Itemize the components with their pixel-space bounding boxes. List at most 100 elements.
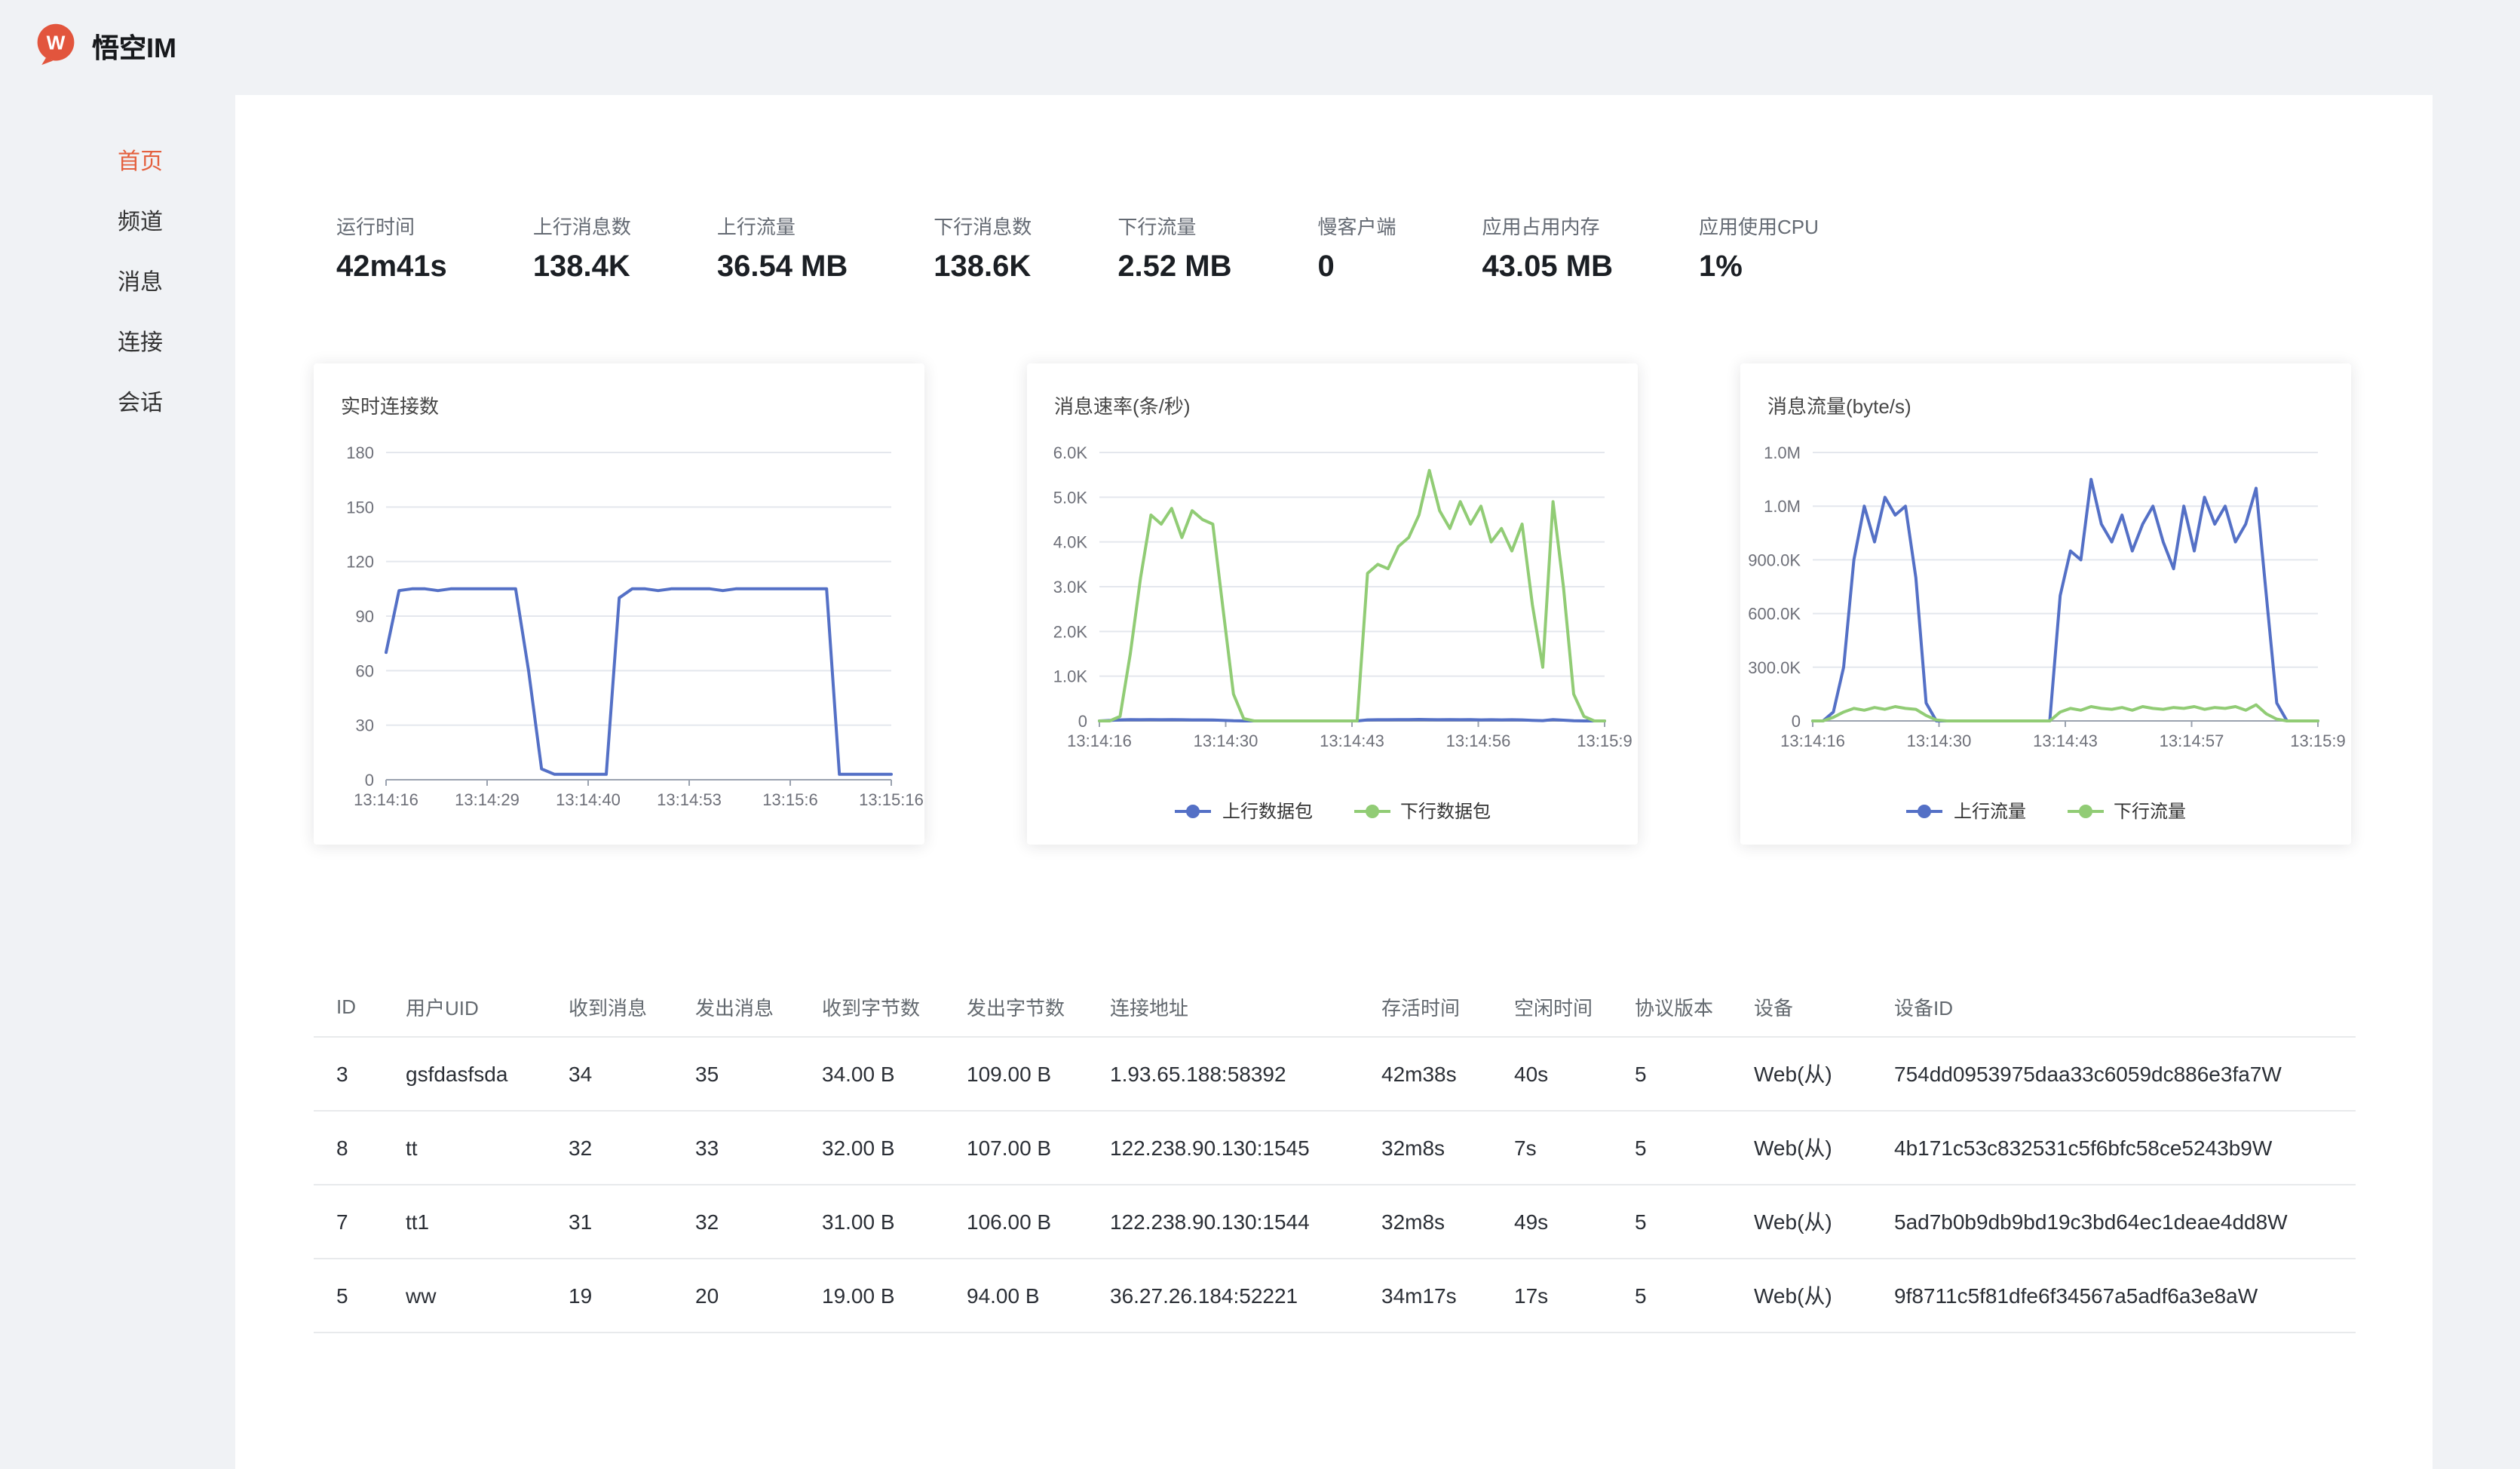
stat-slow-clients: 慢客户端 0: [1318, 211, 1396, 285]
table-cell: 9f8711c5f81dfe6f34567a5adf6a3e8aW: [1872, 1259, 2356, 1333]
table-row: 3gsfdasfsda343534.00 B109.00 B1.93.65.18…: [314, 1037, 2356, 1111]
table-cell: 1.93.65.188:58392: [1087, 1037, 1359, 1111]
stat-label: 应用占用内存: [1482, 211, 1613, 240]
table-cell: 33: [673, 1111, 799, 1185]
legend-label: 下行流量: [2114, 798, 2186, 823]
stat-value: 43.05 MB: [1482, 250, 1613, 285]
table-cell: tt: [383, 1111, 546, 1185]
table-header-cell: 设备: [1731, 977, 1872, 1037]
table-cell: 34m17s: [1359, 1259, 1491, 1333]
table-cell: 17s: [1491, 1259, 1612, 1333]
svg-text:13:14:30: 13:14:30: [1907, 731, 1972, 750]
stat-value: 36.54 MB: [717, 250, 848, 285]
stat-app-cpu: 应用使用CPU 1%: [1699, 211, 1819, 285]
table-header-cell: 协议版本: [1612, 977, 1731, 1037]
table-cell: 5: [1612, 1111, 1731, 1185]
svg-text:13:14:53: 13:14:53: [657, 790, 722, 809]
table-header-cell: 收到字节数: [799, 977, 944, 1037]
svg-text:0: 0: [365, 771, 374, 790]
table-row: 5ww192019.00 B94.00 B36.27.26.184:522213…: [314, 1259, 2356, 1333]
message-rate-chart: 消息速率(条/秒) 01.0K2.0K3.0K4.0K5.0K6.0K13:14…: [1027, 363, 1638, 845]
stat-label: 上行消息数: [533, 211, 631, 240]
stats-row: 运行时间 42m41s 上行消息数 138.4K 上行流量 36.54 MB 下…: [336, 211, 1819, 285]
table-cell: Web(从): [1731, 1259, 1872, 1333]
stat-downstream-traffic: 下行流量 2.52 MB: [1117, 211, 1231, 285]
table-cell: 4b171c53c832531c5f6bfc58ce5243b9W: [1872, 1111, 2356, 1185]
table-header-cell: 发出消息: [673, 977, 799, 1037]
table-cell: 106.00 B: [944, 1185, 1087, 1259]
svg-text:13:15:9: 13:15:9: [2290, 731, 2345, 750]
svg-text:13:14:57: 13:14:57: [2160, 731, 2224, 750]
stat-value: 42m41s: [336, 250, 447, 285]
table-header-cell: 设备ID: [1872, 977, 2356, 1037]
table-header-cell: 连接地址: [1087, 977, 1359, 1037]
table-cell: 5: [314, 1259, 383, 1333]
sidebar-item-home[interactable]: 首页: [0, 148, 235, 178]
message-traffic-chart: 消息流量(byte/s) 0300.0K600.0K900.0K1.0M1.0M…: [1740, 363, 2351, 845]
table-cell: 31: [546, 1185, 673, 1259]
svg-text:13:15:9: 13:15:9: [1577, 731, 1632, 750]
svg-text:30: 30: [356, 716, 374, 735]
legend-item[interactable]: 上行数据包: [1174, 798, 1313, 823]
table-cell: 7: [314, 1185, 383, 1259]
dashboard-page: W 悟空IM 首页 频道 消息 连接 会话 运行时间 42m41s 上行消息数 …: [0, 0, 2520, 1469]
stat-uptime: 运行时间 42m41s: [336, 211, 447, 285]
sidebar-item-messages[interactable]: 消息: [0, 268, 235, 299]
connections-table: ID用户UID收到消息发出消息收到字节数发出字节数连接地址存活时间空闲时间协议版…: [314, 977, 2356, 1333]
table-cell: 40s: [1491, 1037, 1612, 1111]
svg-text:13:14:40: 13:14:40: [556, 790, 621, 809]
legend-item[interactable]: 上行流量: [1905, 798, 2026, 823]
sidebar-item-connections[interactable]: 连接: [0, 329, 235, 359]
table-cell: 34: [546, 1037, 673, 1111]
stat-label: 慢客户端: [1318, 211, 1396, 240]
table-cell: 49s: [1491, 1185, 1612, 1259]
table-header-cell: 空闲时间: [1491, 977, 1612, 1037]
table-header-cell: 存活时间: [1359, 977, 1491, 1037]
svg-text:1.0K: 1.0K: [1053, 667, 1088, 686]
legend-label: 上行数据包: [1222, 798, 1313, 823]
table-header-cell: 发出字节数: [944, 977, 1087, 1037]
table-cell: 32m8s: [1359, 1111, 1491, 1185]
stat-upstream-traffic: 上行流量 36.54 MB: [717, 211, 848, 285]
sidebar-item-conversations[interactable]: 会话: [0, 389, 235, 419]
charts-row: 实时连接数 030609012015018013:14:1613:14:2913…: [314, 363, 2351, 845]
table-cell: 34.00 B: [799, 1037, 944, 1111]
table-row: 7tt1313231.00 B106.00 B122.238.90.130:15…: [314, 1185, 2356, 1259]
svg-text:13:14:16: 13:14:16: [1780, 731, 1845, 750]
svg-text:180: 180: [346, 443, 374, 462]
stat-app-memory: 应用占用内存 43.05 MB: [1482, 211, 1613, 285]
stat-value: 1%: [1699, 250, 1819, 285]
table-cell: 109.00 B: [944, 1037, 1087, 1111]
svg-text:60: 60: [356, 661, 374, 680]
stat-value: 2.52 MB: [1117, 250, 1231, 285]
svg-text:0: 0: [1078, 712, 1087, 731]
sidebar-item-channels[interactable]: 频道: [0, 208, 235, 238]
stat-upstream-messages: 上行消息数 138.4K: [533, 211, 631, 285]
table-header-cell: ID: [314, 977, 383, 1037]
svg-text:1.0M: 1.0M: [1764, 443, 1801, 462]
legend-item[interactable]: 下行流量: [2065, 798, 2186, 823]
table-cell: 35: [673, 1037, 799, 1111]
svg-text:5.0K: 5.0K: [1053, 488, 1088, 507]
svg-text:120: 120: [346, 553, 374, 572]
table-cell: 32m8s: [1359, 1185, 1491, 1259]
table-cell: 5: [1612, 1037, 1731, 1111]
chart-legend: 上行流量 下行流量: [1740, 798, 2351, 823]
table-cell: Web(从): [1731, 1111, 1872, 1185]
svg-text:13:15:16: 13:15:16: [859, 790, 924, 809]
table-cell: gsfdasfsda: [383, 1037, 546, 1111]
chart-legend: 上行数据包 下行数据包: [1027, 798, 1638, 823]
sidebar-nav: 首页 频道 消息 连接 会话: [0, 148, 235, 449]
table-cell: 7s: [1491, 1111, 1612, 1185]
legend-item[interactable]: 下行数据包: [1352, 798, 1491, 823]
table-cell: 32.00 B: [799, 1111, 944, 1185]
table-cell: 32: [673, 1185, 799, 1259]
stat-label: 运行时间: [336, 211, 447, 240]
svg-text:300.0K: 300.0K: [1748, 658, 1801, 677]
connections-table-body: 3gsfdasfsda343534.00 B109.00 B1.93.65.18…: [314, 1037, 2356, 1333]
stat-value: 138.4K: [533, 250, 631, 285]
svg-text:1.0M: 1.0M: [1764, 497, 1801, 516]
stat-value: 0: [1318, 250, 1396, 285]
stat-label: 下行消息数: [934, 211, 1032, 240]
table-cell: 36.27.26.184:52221: [1087, 1259, 1359, 1333]
